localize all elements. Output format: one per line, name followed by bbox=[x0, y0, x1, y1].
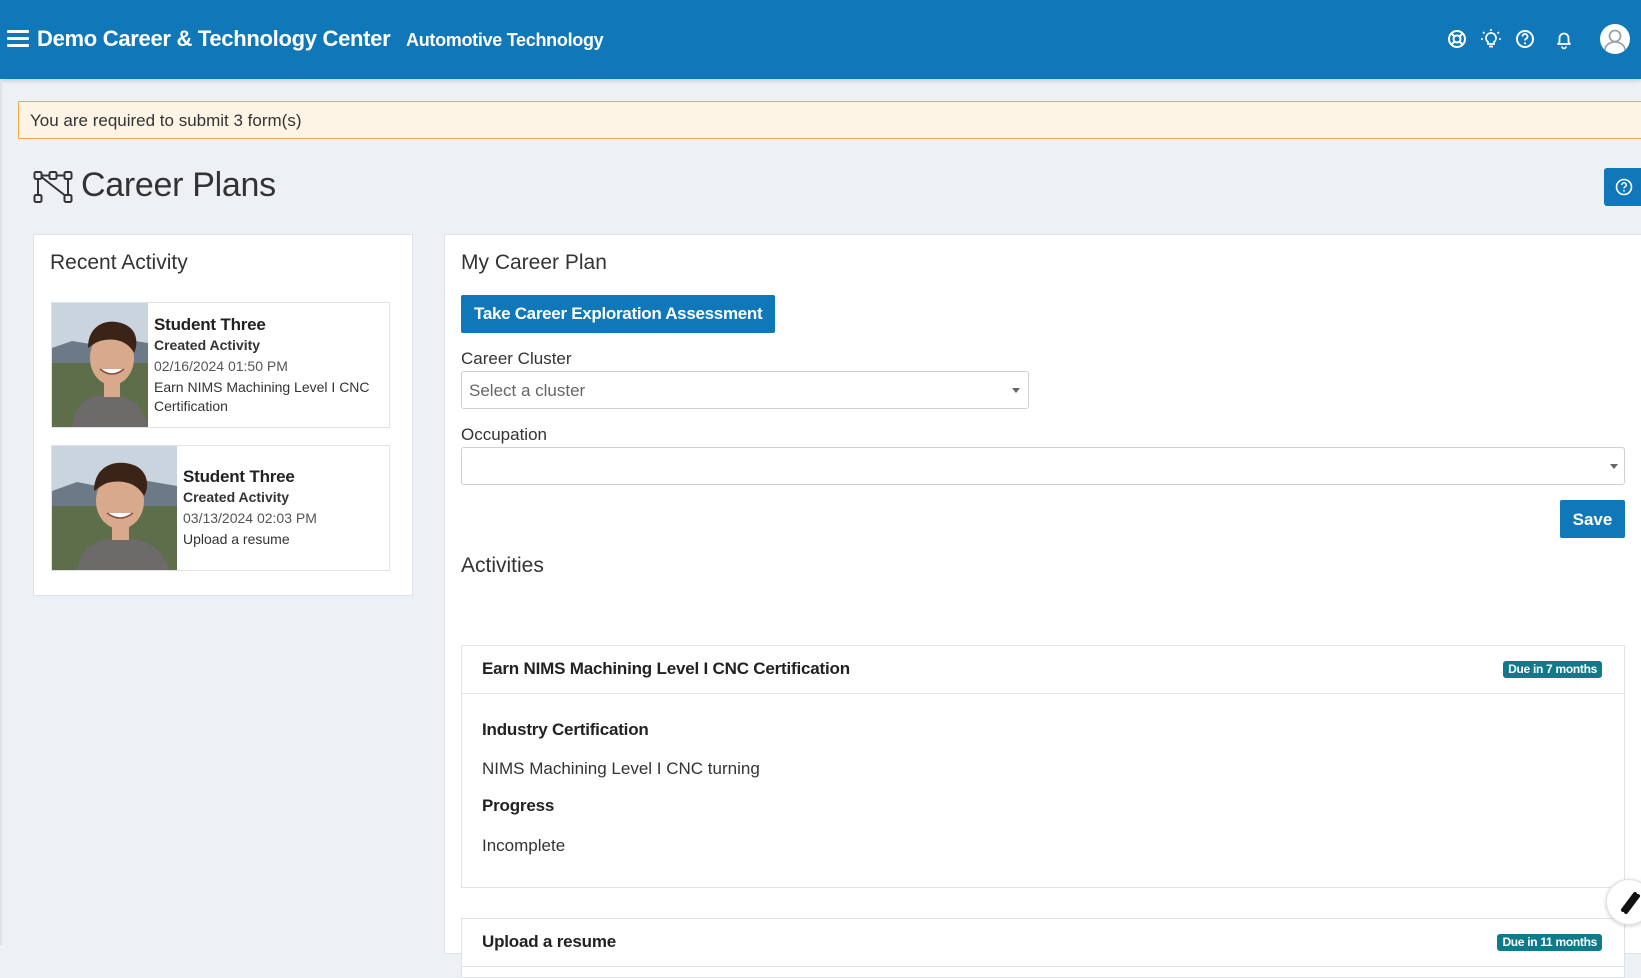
activity-type-label: Industry Certification bbox=[482, 720, 649, 739]
due-badge: Due in 7 months bbox=[1503, 661, 1602, 678]
student-photo bbox=[52, 446, 177, 570]
menu-icon[interactable] bbox=[7, 30, 29, 48]
recent-activity-heading: Recent Activity bbox=[50, 251, 188, 274]
activity-progress-value: Incomplete bbox=[482, 836, 566, 855]
floating-tool-button[interactable] bbox=[1606, 879, 1641, 925]
career-cluster-select[interactable]: Select a cluster bbox=[461, 371, 1029, 409]
career-path-icon bbox=[33, 171, 73, 203]
activities-heading: Activities bbox=[461, 554, 544, 577]
pen-icon bbox=[1621, 892, 1640, 914]
lightbulb-icon[interactable] bbox=[1480, 28, 1502, 50]
page-left-border bbox=[0, 79, 2, 945]
career-plan-panel: My Career Plan Take Career Exploration A… bbox=[444, 234, 1641, 978]
required-forms-alert: You are required to submit 3 form(s) bbox=[18, 101, 1641, 139]
page-help-button[interactable] bbox=[1604, 168, 1641, 206]
activity-card-body: Student Three Created Activity 03/13/202… bbox=[183, 466, 383, 549]
activity-description: Upload a resume bbox=[183, 531, 290, 547]
activity-item-header[interactable]: Upload a resume Due in 11 months bbox=[462, 919, 1624, 967]
app-title[interactable]: Demo Career & Technology Center bbox=[37, 26, 391, 52]
help-icon[interactable] bbox=[1514, 28, 1536, 50]
activity-card[interactable]: Student Three Created Activity 02/16/202… bbox=[51, 302, 390, 428]
activity-description: Earn NIMS Machining Level I CNC Certific… bbox=[154, 379, 370, 414]
recent-activity-panel: Recent Activity Student Three Created Ac… bbox=[33, 234, 413, 596]
take-assessment-button[interactable]: Take Career Exploration Assessment bbox=[461, 295, 776, 333]
activity-card-body: Student Three Created Activity 02/16/202… bbox=[154, 314, 383, 416]
activity-date: 02/16/2024 01:50 PM bbox=[154, 358, 288, 374]
lifebuoy-icon[interactable] bbox=[1446, 28, 1468, 50]
save-button[interactable]: Save bbox=[1560, 500, 1625, 538]
chevron-down-icon bbox=[1610, 464, 1618, 469]
activity-date: 03/13/2024 02:03 PM bbox=[183, 510, 317, 526]
alert-text: You are required to submit 3 form(s) bbox=[30, 111, 302, 130]
career-plan-heading: My Career Plan bbox=[461, 251, 607, 274]
activity-student-name: Student Three bbox=[183, 467, 295, 486]
activity-item: Upload a resume Due in 11 months bbox=[461, 918, 1625, 978]
user-avatar-icon[interactable] bbox=[1600, 24, 1630, 54]
activity-student-name: Student Three bbox=[154, 315, 266, 334]
due-badge: Due in 11 months bbox=[1497, 934, 1602, 951]
student-photo bbox=[52, 303, 148, 427]
activity-item-header[interactable]: Earn NIMS Machining Level I CNC Certific… bbox=[462, 646, 1624, 694]
activity-type-value: NIMS Machining Level I CNC turning bbox=[482, 759, 760, 778]
activity-action: Created Activity bbox=[154, 337, 261, 353]
activity-progress-label: Progress bbox=[482, 796, 555, 815]
page-title: Career Plans bbox=[81, 166, 276, 204]
chevron-down-icon bbox=[1012, 388, 1020, 393]
help-icon bbox=[1615, 178, 1633, 196]
activity-item-title: Upload a resume bbox=[482, 932, 616, 951]
activity-item-title: Earn NIMS Machining Level I CNC Certific… bbox=[482, 659, 850, 678]
activity-action: Created Activity bbox=[183, 489, 290, 505]
activity-item: Earn NIMS Machining Level I CNC Certific… bbox=[461, 645, 1625, 888]
activity-card[interactable]: Student Three Created Activity 03/13/202… bbox=[51, 445, 390, 571]
top-navbar: Demo Career & Technology Center Automoti… bbox=[0, 0, 1641, 79]
bell-icon[interactable] bbox=[1553, 28, 1575, 50]
career-cluster-label: Career Cluster bbox=[461, 349, 572, 368]
occupation-select[interactable] bbox=[461, 447, 1625, 485]
career-cluster-placeholder: Select a cluster bbox=[469, 381, 586, 400]
occupation-label: Occupation bbox=[461, 425, 547, 444]
program-title[interactable]: Automotive Technology bbox=[406, 30, 604, 51]
